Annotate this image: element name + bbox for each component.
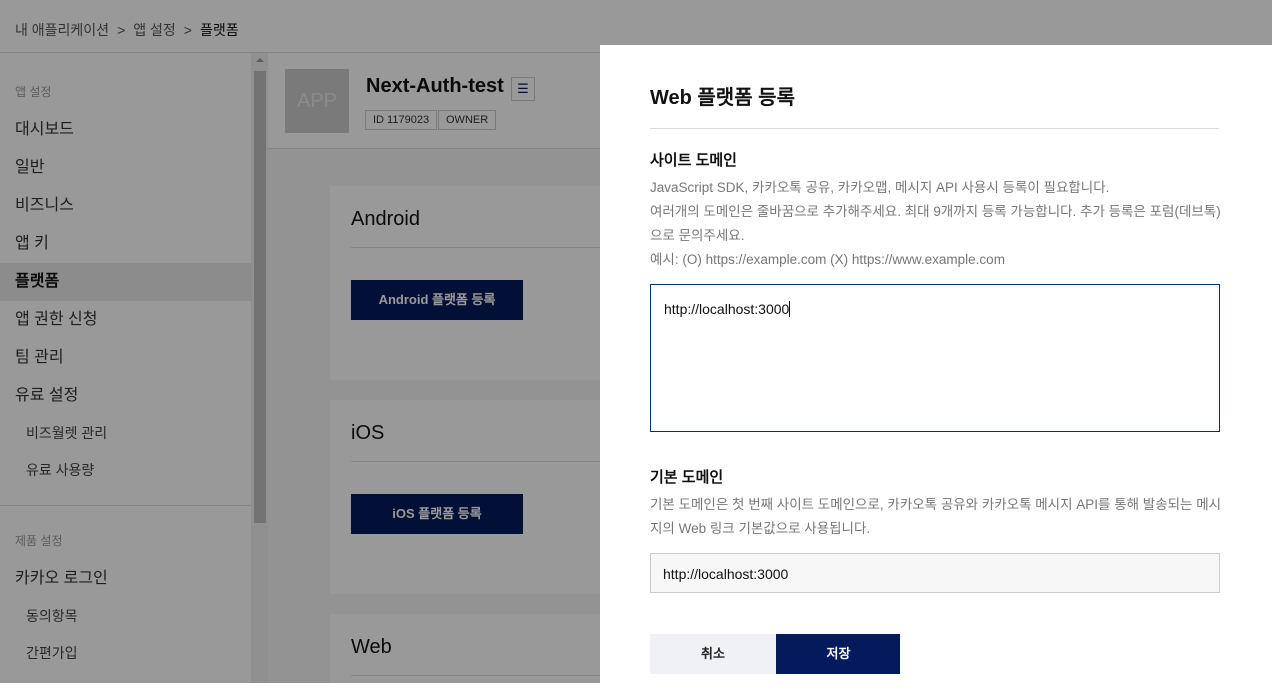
text-cursor	[789, 301, 791, 317]
default-domain-label: 기본 도메인	[650, 469, 724, 486]
web-platform-modal: Web 플랫폼 등록 사이트 도메인 JavaScript SDK, 카카오톡 …	[600, 45, 1272, 683]
modal-title: Web 플랫폼 등록	[650, 45, 1219, 129]
desc-line: 여러개의 도메인은 줄바꿈으로 추가해주세요. 최대 9개까지 등록 가능합니다…	[650, 204, 1221, 243]
default-domain-description: 기본 도메인은 첫 번째 사이트 도메인으로, 카카오톡 공유와 카카오톡 메시…	[650, 497, 1222, 536]
modal-actions: 취소 저장	[650, 634, 901, 674]
site-domain-value: http://localhost:3000	[664, 301, 790, 317]
site-domain-description: JavaScript SDK, 카카오톡 공유, 카카오맵, 메시지 API 사…	[650, 176, 1225, 272]
desc-line: 예시: (O) https://example.com (X) https://…	[650, 252, 1005, 267]
site-domain-textarea[interactable]: http://localhost:3000	[650, 284, 1220, 432]
default-domain-select[interactable]: http://localhost:3000	[650, 553, 1220, 593]
cancel-button[interactable]: 취소	[650, 634, 776, 674]
site-domain-label: 사이트 도메인	[650, 152, 737, 169]
save-button[interactable]: 저장	[776, 634, 901, 674]
desc-line: JavaScript SDK, 카카오톡 공유, 카카오맵, 메시지 API 사…	[650, 180, 1110, 195]
